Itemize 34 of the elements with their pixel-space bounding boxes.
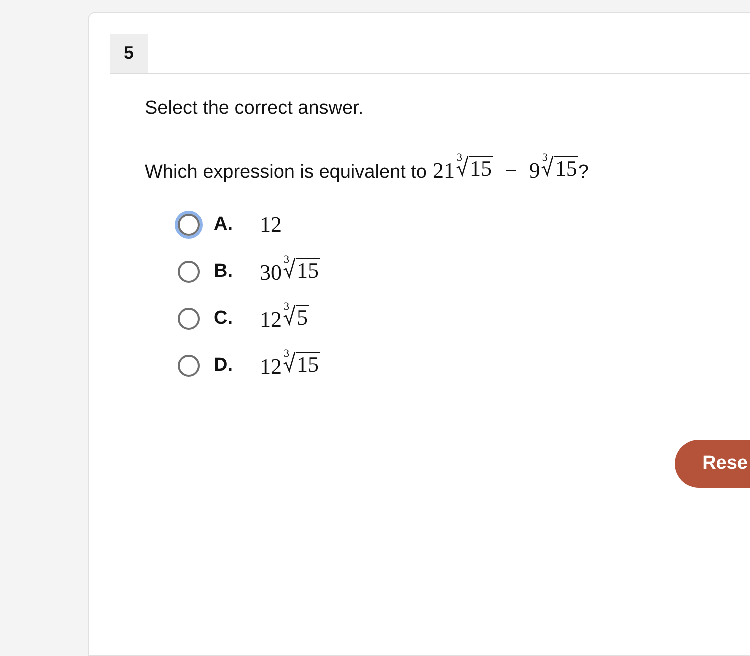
math-number: 12 (260, 354, 282, 380)
radical-sign-icon (541, 155, 554, 178)
math-number: 12 (260, 212, 282, 238)
math-number: 12 (260, 307, 282, 333)
radical-sign-icon (456, 155, 469, 178)
radicand: 5 (296, 304, 309, 329)
radio-button[interactable] (178, 260, 200, 282)
radio-button[interactable] (178, 308, 200, 330)
radicand: 15 (296, 352, 320, 376)
reset-button[interactable]: Rese (674, 440, 750, 488)
root-index: 3 (284, 348, 290, 360)
math-operator: − (504, 158, 518, 184)
root-index: 3 (542, 152, 548, 164)
radical-sign-icon (283, 304, 296, 327)
root-index: 3 (284, 254, 290, 266)
radicand: 15 (468, 156, 493, 180)
math-number: 21 (432, 158, 455, 184)
radical-sign-icon (283, 351, 296, 374)
math-number: 9 (529, 158, 540, 184)
math-number: 30 (260, 260, 282, 286)
option-letter: B. (214, 260, 234, 282)
question-text: Which expression is equivalent to (145, 162, 427, 184)
option-letter: C. (214, 308, 234, 330)
root-index: 3 (456, 152, 462, 164)
option-letter: A. (214, 214, 234, 236)
radical-sign-icon (283, 257, 296, 280)
option-letter: D. (214, 354, 234, 376)
radicand: 15 (296, 258, 320, 282)
question-mark: ? (578, 162, 589, 184)
question-number: 5 (110, 34, 148, 73)
instruction-text: Select the correct answer. (145, 98, 365, 120)
root-index: 3 (284, 301, 290, 313)
radio-button[interactable] (178, 354, 200, 376)
radicand: 15 (554, 156, 578, 180)
